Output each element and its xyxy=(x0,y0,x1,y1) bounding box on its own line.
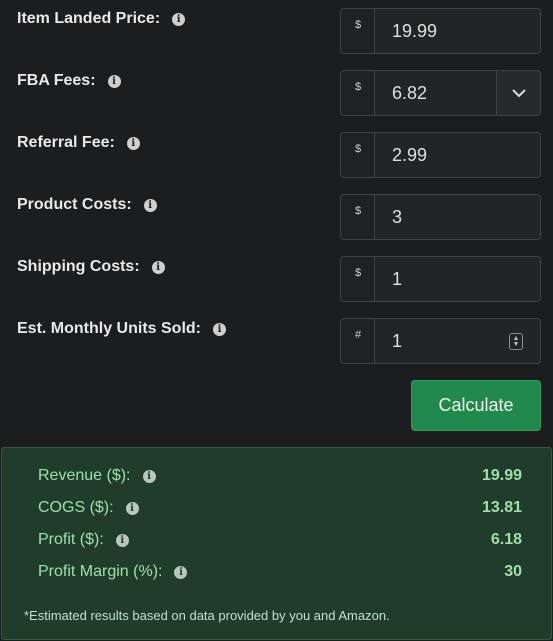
field-label: Referral Fee: i xyxy=(17,132,140,154)
field-monthly-units: Est. Monthly Units Sold: i # 1 ▲ ▼ xyxy=(0,318,553,366)
result-value: 6.18 xyxy=(490,531,522,548)
field-label: Product Costs: i xyxy=(17,194,157,216)
field-fba-fees: FBA Fees: i $ 6.82 xyxy=(0,70,553,118)
result-value: 13.81 xyxy=(481,499,522,516)
field-label: FBA Fees: i xyxy=(17,70,121,92)
result-label: COGS ($): xyxy=(38,499,114,516)
disclaimer-footnote: *Estimated results based on data provide… xyxy=(24,608,390,623)
count-addon: # xyxy=(340,318,375,364)
currency-addon: $ xyxy=(340,132,375,178)
result-label: Revenue ($): xyxy=(38,467,131,484)
product-costs-input[interactable]: 3 xyxy=(374,194,541,240)
shipping-costs-input[interactable]: 1 xyxy=(374,256,541,302)
currency-addon: $ xyxy=(340,8,375,54)
info-icon[interactable]: i xyxy=(107,74,121,88)
monthly-units-input[interactable]: 1 ▲ ▼ xyxy=(374,318,541,364)
info-icon[interactable]: i xyxy=(213,322,226,336)
result-row-revenue: Revenue ($): i 19.99 xyxy=(38,465,522,487)
result-label: Profit Margin (%): xyxy=(38,563,163,580)
info-icon[interactable]: i xyxy=(151,260,165,274)
result-row-cogs: COGS ($): i 13.81 xyxy=(38,497,522,519)
stepper-icon[interactable]: ▲ ▼ xyxy=(509,333,523,350)
result-value: 19.99 xyxy=(481,467,522,484)
info-icon[interactable]: i xyxy=(125,501,139,515)
results-panel: Revenue ($): i 19.99 COGS ($): i 13.81 P… xyxy=(1,447,552,640)
info-icon[interactable]: i xyxy=(115,533,129,547)
result-row-profit: Profit ($): i 6.18 xyxy=(38,529,522,551)
calculate-button[interactable]: Calculate xyxy=(411,380,541,431)
info-icon[interactable]: i xyxy=(142,469,156,483)
field-label: Est. Monthly Units Sold: i xyxy=(17,318,226,340)
result-row-profit-margin: Profit Margin (%): i 30 xyxy=(38,561,522,583)
referral-fee-input[interactable]: 2.99 xyxy=(374,132,541,178)
info-icon[interactable]: i xyxy=(174,565,188,579)
stepper-down-icon[interactable]: ▼ xyxy=(513,341,520,348)
currency-addon: $ xyxy=(340,70,375,116)
field-shipping-costs: Shipping Costs: i $ 1 xyxy=(0,256,553,304)
item-landed-price-input[interactable]: 19.99 xyxy=(374,8,541,54)
field-label: Item Landed Price: i xyxy=(17,8,186,30)
result-value: 30 xyxy=(504,563,522,580)
fba-fees-input[interactable]: 6.82 xyxy=(374,70,497,116)
field-label: Shipping Costs: i xyxy=(17,256,165,278)
info-icon[interactable]: i xyxy=(143,198,157,212)
field-product-costs: Product Costs: i $ 3 xyxy=(0,194,553,242)
field-item-landed-price: Item Landed Price: i $ 19.99 xyxy=(0,8,553,56)
info-icon[interactable]: i xyxy=(126,136,140,150)
chevron-down-icon xyxy=(511,89,526,98)
field-referral-fee: Referral Fee: i $ 2.99 xyxy=(0,132,553,180)
info-icon[interactable]: i xyxy=(172,12,186,26)
fba-fees-dropdown-button[interactable] xyxy=(496,70,541,116)
currency-addon: $ xyxy=(340,256,375,302)
result-label: Profit ($): xyxy=(38,531,104,548)
currency-addon: $ xyxy=(340,194,375,240)
